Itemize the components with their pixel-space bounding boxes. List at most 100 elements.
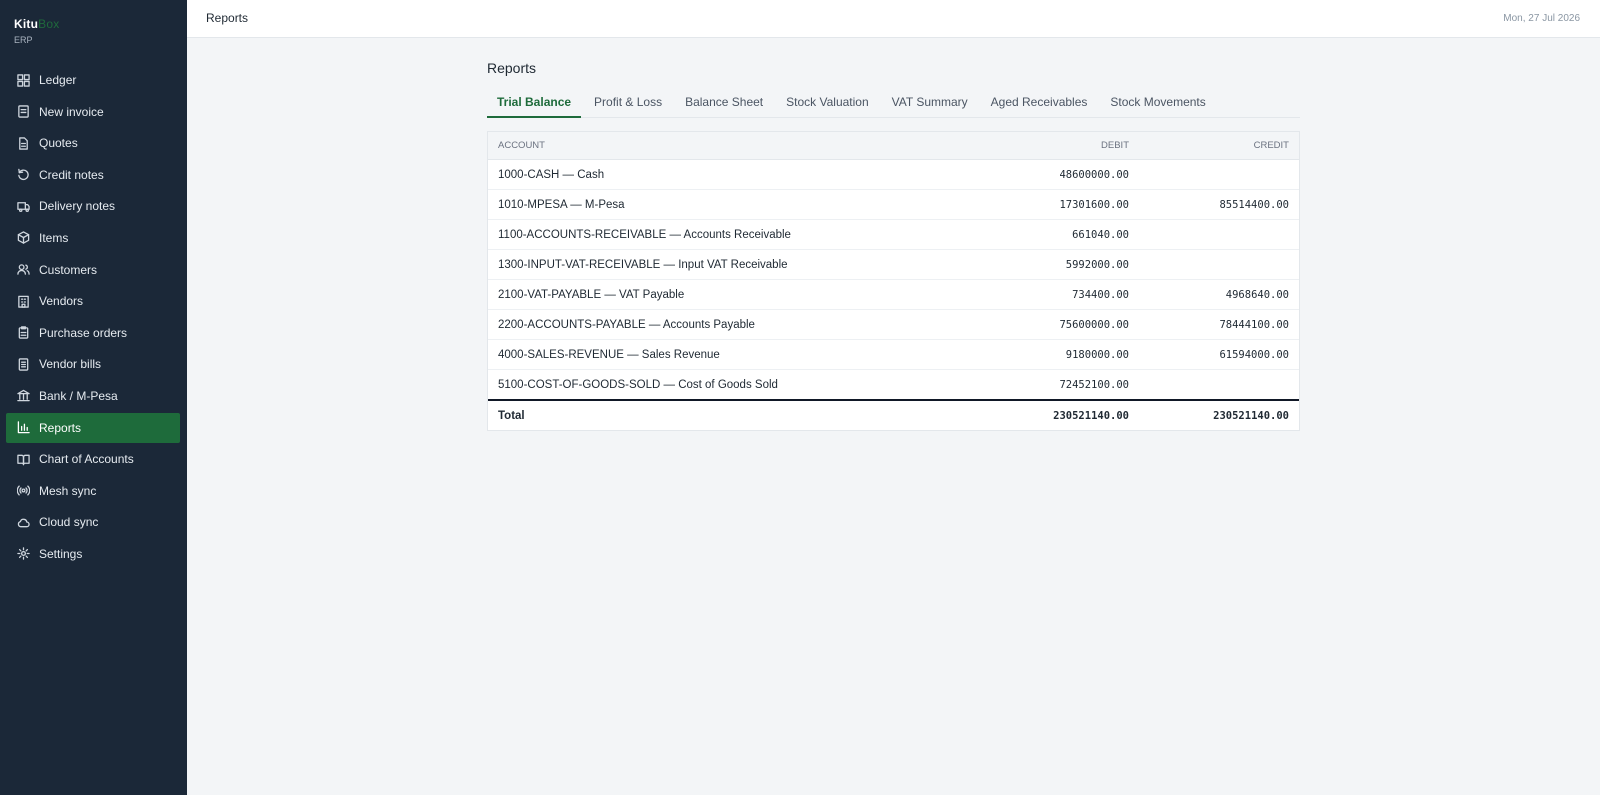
sidebar-item-delivery-notes[interactable]: Delivery notes <box>6 191 180 221</box>
sidebar-item-quotes[interactable]: Quotes <box>6 128 180 158</box>
credit-cell: 85514400.00 <box>1139 189 1299 220</box>
tab-trial-balance[interactable]: Trial Balance <box>487 90 582 118</box>
sidebar-item-label: Purchase orders <box>39 325 128 340</box>
tab-stock-valuation[interactable]: Stock Valuation <box>776 90 879 116</box>
tab-vat-summary[interactable]: VAT Summary <box>882 90 978 116</box>
users-icon <box>17 263 30 276</box>
sidebar-item-customers[interactable]: Customers <box>6 255 180 285</box>
total-row: Total 230521140.00 230521140.00 <box>488 399 1299 430</box>
column-header-account: ACCOUNT <box>488 132 959 160</box>
bank-icon <box>17 389 30 402</box>
table-row: 1100-ACCOUNTS-RECEIVABLE — Accounts Rece… <box>488 219 1299 250</box>
book-open-icon <box>17 453 30 466</box>
brand-subtitle: ERP <box>14 35 33 45</box>
report-tabs: Trial Balance Profit & Loss Balance Shee… <box>487 90 1300 118</box>
sidebar-item-chart-of-accounts[interactable]: Chart of Accounts <box>6 444 180 474</box>
sidebar-item-label: Mesh sync <box>39 483 97 498</box>
sidebar: KituBox ERP Ledger New invoice Quotes Cr… <box>0 0 187 795</box>
sidebar-item-new-invoice[interactable]: New invoice <box>6 97 180 127</box>
debit-cell: 661040.00 <box>959 219 1139 250</box>
account-cell: 1100-ACCOUNTS-RECEIVABLE — Accounts Rece… <box>488 219 959 250</box>
table-row: 5100-COST-OF-GOODS-SOLD — Cost of Goods … <box>488 369 1299 401</box>
account-cell: 2200-ACCOUNTS-PAYABLE — Accounts Payable <box>488 309 959 340</box>
table-row: 1300-INPUT-VAT-RECEIVABLE — Input VAT Re… <box>488 249 1299 280</box>
file-plus-icon <box>17 105 30 118</box>
sidebar-item-ledger[interactable]: Ledger <box>6 65 180 95</box>
credit-cell <box>1139 219 1299 250</box>
page-title: Reports <box>487 60 537 76</box>
trial-balance-table: ACCOUNT DEBIT CREDIT 1000-CASH — Cash 48… <box>487 131 1300 431</box>
sidebar-item-label: Ledger <box>39 73 77 87</box>
table-header-row: ACCOUNT DEBIT CREDIT <box>488 132 1299 160</box>
debit-cell: 5992000.00 <box>959 249 1139 280</box>
sidebar-item-credit-notes[interactable]: Credit notes <box>6 160 180 190</box>
total-debit: 230521140.00 <box>959 399 1139 430</box>
rotate-ccw-icon <box>17 168 30 181</box>
building-icon <box>17 295 30 308</box>
clipboard-icon <box>17 326 30 339</box>
sidebar-item-mesh-sync[interactable]: Mesh sync <box>6 476 180 506</box>
sidebar-item-cloud-sync[interactable]: Cloud sync <box>6 507 180 537</box>
debit-cell: 734400.00 <box>959 279 1139 310</box>
bar-chart-icon <box>17 421 30 434</box>
sidebar-item-vendor-bills[interactable]: Vendor bills <box>6 349 180 379</box>
sidebar-item-label: Reports <box>39 420 82 435</box>
sidebar-item-bank-mpesa[interactable]: Bank / M-Pesa <box>6 381 180 411</box>
sidebar-item-label: Delivery notes <box>39 199 116 214</box>
sidebar-item-items[interactable]: Items <box>6 223 180 253</box>
sidebar-nav: Ledger New invoice Quotes Credit notes D… <box>6 65 180 571</box>
credit-cell: 78444100.00 <box>1139 309 1299 340</box>
sidebar-item-label: New invoice <box>39 104 104 119</box>
gear-icon <box>17 547 30 561</box>
debit-cell: 17301600.00 <box>959 189 1139 220</box>
tab-profit-loss[interactable]: Profit & Loss <box>584 90 672 116</box>
sidebar-item-label: Vendors <box>39 294 84 309</box>
sidebar-item-label: Credit notes <box>39 167 104 182</box>
credit-cell <box>1139 249 1299 280</box>
account-cell: 1300-INPUT-VAT-RECEIVABLE — Input VAT Re… <box>488 249 959 280</box>
topbar: Reports Mon, 27 Jul 2026 <box>187 0 1600 38</box>
sidebar-item-label: Customers <box>39 262 98 277</box>
table-row: 2100-VAT-PAYABLE — VAT Payable 734400.00… <box>488 279 1299 310</box>
truck-icon <box>17 200 30 213</box>
credit-cell: 4968640.00 <box>1139 279 1299 310</box>
topbar-title: Reports <box>206 11 249 25</box>
debit-cell: 48600000.00 <box>959 159 1139 190</box>
sidebar-item-label: Items <box>39 230 69 245</box>
column-header-debit: DEBIT <box>959 132 1139 160</box>
tab-stock-movements[interactable]: Stock Movements <box>1100 90 1215 116</box>
brand-name-primary: Kitu <box>14 17 39 31</box>
account-cell: 2100-VAT-PAYABLE — VAT Payable <box>488 279 959 310</box>
sidebar-item-label: Bank / M-Pesa <box>39 388 118 403</box>
main-content: Reports Trial Balance Profit & Loss Bala… <box>487 58 1300 431</box>
sidebar-item-label: Quotes <box>39 136 78 151</box>
sidebar-item-label: Settings <box>39 546 83 561</box>
file-text-icon <box>17 136 30 150</box>
credit-cell: 61594000.00 <box>1139 339 1299 370</box>
brand-name: KituBox <box>14 17 59 31</box>
sidebar-item-reports[interactable]: Reports <box>6 412 180 443</box>
column-header-credit: CREDIT <box>1139 132 1299 160</box>
topbar-date: Mon, 27 Jul 2026 <box>1503 13 1580 24</box>
brand-logo[interactable]: KituBox ERP <box>14 17 59 45</box>
debit-cell: 75600000.00 <box>959 309 1139 340</box>
tab-balance-sheet[interactable]: Balance Sheet <box>675 90 773 116</box>
radio-icon <box>17 484 30 497</box>
package-icon <box>17 231 30 245</box>
sidebar-item-settings[interactable]: Settings <box>6 539 180 569</box>
table-row: 2200-ACCOUNTS-PAYABLE — Accounts Payable… <box>488 309 1299 340</box>
tab-aged-receivables[interactable]: Aged Receivables <box>981 90 1098 116</box>
sidebar-item-label: Cloud sync <box>39 515 99 530</box>
grid-icon <box>17 73 30 87</box>
cloud-icon <box>17 516 30 529</box>
total-credit: 230521140.00 <box>1139 399 1299 430</box>
sidebar-item-vendors[interactable]: Vendors <box>6 286 180 316</box>
account-cell: 5100-COST-OF-GOODS-SOLD — Cost of Goods … <box>488 369 959 401</box>
total-label: Total <box>488 399 959 430</box>
sidebar-item-label: Chart of Accounts <box>39 452 134 467</box>
sidebar-item-label: Vendor bills <box>39 357 102 372</box>
receipt-icon <box>17 358 30 371</box>
account-cell: 4000-SALES-REVENUE — Sales Revenue <box>488 339 959 370</box>
brand-name-accent: Box <box>38 17 60 31</box>
sidebar-item-purchase-orders[interactable]: Purchase orders <box>6 318 180 348</box>
